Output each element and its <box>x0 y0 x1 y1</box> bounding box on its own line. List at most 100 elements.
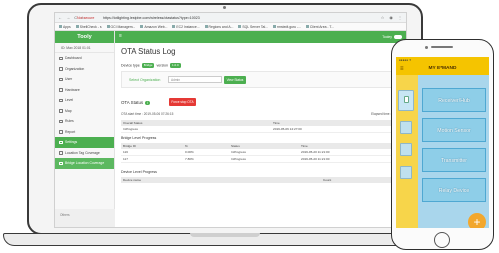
bookmark-item[interactable]: Client Area - T... <box>305 25 334 29</box>
level-icon <box>59 98 63 102</box>
bridge-progress-title: Bridge Level Progress <box>121 136 157 140</box>
sidebar-user: ID: Max 2018 01:01 <box>55 43 114 53</box>
bookmark-item[interactable]: GCI Managem... <box>106 25 135 29</box>
sidebar-item-report[interactable]: Report <box>55 127 114 138</box>
sidebar-item-dashboard[interactable]: Dashboard <box>55 53 114 64</box>
bridge-progress-table: Bridge ID % Status Time 116 0.00% InProg… <box>121 143 403 163</box>
sidebar-item-organization[interactable]: Organization <box>55 64 114 75</box>
sidebar-item-label: Map <box>65 108 72 113</box>
phone-frame: ●●●●● ✦ ≡ MY E*MAND Receiver/Hub Motion … <box>391 39 494 250</box>
bookmark-item[interactable]: EC2 Instance... <box>172 25 200 29</box>
topbar-user-name: Tooley <box>382 34 392 39</box>
bookmark-icon <box>59 25 62 28</box>
sidebar-item-label: Rules <box>65 119 74 123</box>
bookmark-icon <box>305 25 309 28</box>
table-row: 117 7.80% InProgress 2019-05-20 11:21:00 <box>121 155 403 163</box>
bookmark-icon <box>238 25 242 28</box>
sidebar-item-label: Location Tag Coverage <box>65 150 100 155</box>
browser-extension-icons[interactable]: ☆ ◉ ⋮ <box>381 15 404 20</box>
view-status-button[interactable]: View Status <box>224 75 246 84</box>
organization-select[interactable]: Admin <box>168 76 222 83</box>
device-progress-table: Device name Count <box>121 177 403 183</box>
device-thumbnail-icon <box>400 166 412 179</box>
laptop-notch <box>190 233 260 237</box>
select-organization-label: Select Organization <box>129 77 161 82</box>
sidebar-item-label: Report <box>65 129 76 134</box>
bridge-location-icon <box>59 161 63 165</box>
motion-sensor-card[interactable]: Motion Sensor <box>422 118 486 142</box>
organization-panel: Select Organization Admin View Status <box>121 71 403 88</box>
table-cell: 117 <box>121 155 183 163</box>
sidebar-item-location-tag-coverage[interactable]: Location Tag Coverage <box>55 148 114 159</box>
sidebar-item-label: Organization <box>65 66 85 71</box>
top-bar: ≡ Tooley <box>115 31 406 43</box>
table-row: InProgress 2019-05-06 14:27:00 <box>121 126 403 133</box>
sidebar-item-label: Hardware <box>65 87 80 92</box>
bookmark-item[interactable]: SQL Server Tal... <box>238 25 268 29</box>
device-thumbnail-icon <box>400 143 412 156</box>
device-type-line: Device type Bridge version 1.0.0 <box>121 63 182 68</box>
sidebar-item-user[interactable]: User <box>55 74 114 85</box>
bookmark-item[interactable]: Apps <box>59 25 71 29</box>
hardware-icon <box>59 88 63 92</box>
device-thumbnail-icon <box>400 121 412 134</box>
bookmark-item[interactable]: rmstedt.guru -... <box>272 25 301 29</box>
receiver-hub-card[interactable]: Receiver/Hub <box>422 88 486 112</box>
add-device-button[interactable]: + <box>468 213 486 228</box>
rules-icon <box>59 119 63 123</box>
sidebar-item-level[interactable]: Level <box>55 95 114 106</box>
phone-camera <box>425 45 428 49</box>
transmitter-card[interactable]: Transmitter <box>422 148 486 172</box>
sidebar-item-label: Bridge Location Coverage <box>65 161 105 165</box>
laptop-screen: ← → C ⌂ Not secure https://iotlighting.l… <box>54 12 407 228</box>
url-text[interactable]: https://iotlighting.lestpbe.com/wireless… <box>103 16 200 20</box>
device-type-tag: Bridge <box>141 63 155 68</box>
dashboard-icon <box>59 56 63 60</box>
phone-screen: ●●●●● ✦ ≡ MY E*MAND Receiver/Hub Motion … <box>396 57 489 228</box>
version-label: version <box>156 63 169 68</box>
table-header: Device name <box>121 177 321 183</box>
browser-address-bar: ← → C ⌂ Not secure https://iotlighting.l… <box>55 13 406 23</box>
user-toggle-icon <box>394 34 402 39</box>
table-cell: 2019-05-06 14:27:00 <box>271 126 403 133</box>
ota-start-time: OTA start time : 2019-05-06 07:26:15 <box>121 112 174 116</box>
device-type-label: Device type <box>121 63 140 68</box>
bookmark-icon <box>204 25 208 28</box>
force-stop-ota-button[interactable]: Force stop OTA <box>169 98 196 106</box>
overall-status-table: Overall Status Time InProgress 2019-05-0… <box>121 120 403 133</box>
topbar-user[interactable]: Tooley <box>382 35 402 39</box>
relay-device-card[interactable]: Relay Device <box>422 178 486 202</box>
sidebar-item-label: User <box>65 77 73 81</box>
sidebar-item-label: Settings <box>65 140 78 144</box>
bookmark-item[interactable]: ShellCheck - s <box>75 25 102 29</box>
version-tag: 1.0.0 <box>170 63 181 68</box>
sidebar-item-rules[interactable]: Rules <box>55 116 114 127</box>
laptop-camera <box>223 6 226 9</box>
sidebar-item-map[interactable]: Map <box>55 106 114 117</box>
table-header-row: Device name Count <box>121 177 403 183</box>
report-icon <box>59 130 63 134</box>
bookmark-icon <box>172 25 176 28</box>
info-icon[interactable]: i <box>145 100 150 106</box>
bookmark-item[interactable]: Amazon Web... <box>140 25 167 29</box>
sidebar-item-label: Level <box>65 98 74 102</box>
device-image-panel <box>396 75 418 228</box>
phone-speaker <box>431 46 453 48</box>
map-icon <box>59 109 63 113</box>
brand-logo[interactable]: Tooly <box>55 31 114 43</box>
bookmark-item[interactable]: Regions and A... <box>204 25 233 29</box>
sidebar-item-settings[interactable]: Settings <box>55 137 114 148</box>
sidebar-item-bridge-location-coverage[interactable]: Bridge Location Coverage <box>55 158 114 169</box>
sidebar: Tooly ID: Max 2018 01:01 Dashboard Organ… <box>55 31 115 227</box>
product-mockup: ← → C ⌂ Not secure https://iotlighting.l… <box>0 0 499 253</box>
web-app: Tooly ID: Max 2018 01:01 Dashboard Organ… <box>55 31 406 227</box>
bookmark-icon <box>75 25 79 28</box>
switch-rocker-icon <box>404 96 409 103</box>
table-cell: InProgress <box>229 155 299 163</box>
sidebar-item-hardware[interactable]: Hardware <box>55 85 114 96</box>
menu-icon[interactable]: ≡ <box>119 33 122 39</box>
bookmark-icon <box>272 25 276 28</box>
wall-switch-icon <box>398 90 414 111</box>
ota-status-label: OTA Status <box>121 100 144 105</box>
phone-home-button[interactable] <box>434 232 450 248</box>
